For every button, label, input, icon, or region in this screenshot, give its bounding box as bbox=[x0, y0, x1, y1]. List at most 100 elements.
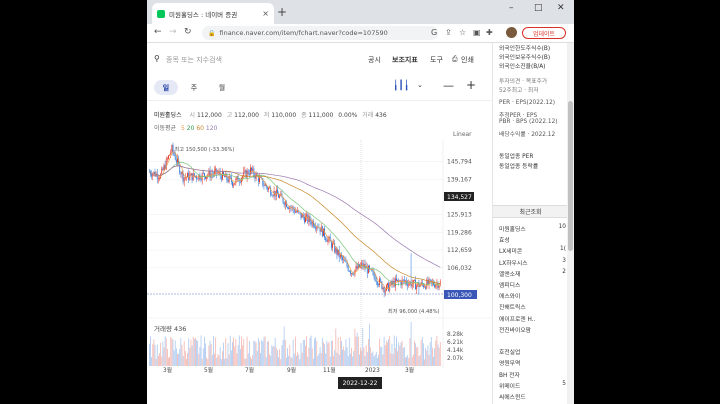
search-icon[interactable]: ⚲ bbox=[154, 54, 160, 63]
volume-bar bbox=[189, 347, 191, 366]
recent-stock-item[interactable]: LX세미콘 bbox=[499, 246, 522, 255]
recent-stock-item[interactable]: 미원홀딩스 bbox=[499, 224, 526, 233]
recent-stock-item[interactable]: 에스와이 bbox=[499, 291, 520, 300]
recent-stock-item[interactable]: 위메이드 bbox=[499, 381, 520, 390]
ma120-label[interactable]: 120 bbox=[206, 125, 217, 132]
candle-body bbox=[204, 173, 205, 177]
candle-type-icon[interactable]: ╽┃╽ bbox=[393, 81, 409, 91]
volume-bar bbox=[239, 349, 241, 366]
profile-avatar[interactable] bbox=[506, 27, 517, 38]
browser-tab[interactable]: 미원홀딩스 : 네이버 증권 × bbox=[152, 3, 274, 24]
recent-stock-item[interactable]: 호전실업 bbox=[499, 347, 520, 356]
chevron-down-icon[interactable]: ⌄ bbox=[417, 81, 423, 89]
forward-arrow-icon[interactable]: → bbox=[169, 27, 177, 37]
back-arrow-icon[interactable]: ← bbox=[154, 27, 162, 37]
low-annotation: 최저 96,000 (4.48%) bbox=[388, 307, 440, 315]
scale-mode-select[interactable]: Linear bbox=[453, 131, 472, 138]
recent-stock-item[interactable]: LX하우시스 bbox=[499, 258, 528, 267]
puzzle-icon[interactable]: ✚ bbox=[486, 28, 493, 37]
address-bar[interactable]: 🔒 finance.naver.com/item/fchart.naver?co… bbox=[202, 26, 438, 40]
scrollbar-thumb[interactable] bbox=[568, 101, 573, 251]
recent-stock-item[interactable]: 엠피디스 bbox=[499, 280, 520, 289]
recent-stock-item[interactable]: BH 전자 bbox=[499, 370, 520, 379]
recent-stock-item[interactable]: 진해트릭스 bbox=[499, 302, 526, 311]
ma20-label[interactable]: 20 bbox=[187, 125, 195, 132]
minimize-button[interactable]: – bbox=[509, 3, 514, 13]
volume-bar bbox=[254, 341, 256, 366]
recent-stock-item[interactable]: 영원무역 bbox=[499, 358, 520, 367]
recent-stock-item[interactable]: 엘앤소재 bbox=[499, 269, 520, 278]
volume-bar bbox=[366, 351, 368, 366]
ma5-label[interactable]: 5 bbox=[181, 125, 185, 132]
update-button[interactable]: 업데이트 bbox=[522, 27, 566, 39]
volume-bar bbox=[152, 344, 154, 366]
recent-stock-item[interactable]: 에이프로젠 H.. bbox=[499, 314, 535, 323]
y-tick-label: 125,913 bbox=[447, 212, 472, 219]
volume-tick-label: 8.28k bbox=[447, 332, 464, 338]
menu-disclosure[interactable]: 공시 bbox=[368, 55, 381, 65]
recent-views-header[interactable]: 최근조회 bbox=[493, 205, 568, 218]
volume-bar bbox=[343, 346, 345, 366]
volume-bar bbox=[321, 338, 323, 366]
menu-tools[interactable]: 도구 bbox=[430, 55, 443, 65]
candle-body bbox=[228, 176, 230, 182]
volume-bar bbox=[199, 347, 201, 366]
sidebar-scrollbar[interactable] bbox=[567, 43, 574, 404]
candle-body bbox=[217, 173, 219, 174]
x-axis-label: 11월 bbox=[323, 366, 336, 374]
candle-body bbox=[425, 286, 427, 289]
volume-bar bbox=[328, 341, 330, 366]
tab-weekly[interactable]: 주 bbox=[182, 80, 206, 95]
candle-body bbox=[388, 283, 390, 291]
zoom-in-button[interactable]: + bbox=[466, 78, 476, 92]
share-icon[interactable]: ⇪ bbox=[445, 28, 452, 37]
volume-bar bbox=[188, 338, 190, 366]
candle-body bbox=[248, 174, 250, 175]
recent-stock-item[interactable]: 효성 bbox=[499, 235, 510, 244]
menu-print[interactable]: 인쇄 bbox=[461, 55, 474, 65]
candle-body bbox=[234, 183, 236, 185]
volume-bar bbox=[161, 356, 163, 366]
volume-bar bbox=[308, 347, 310, 366]
recent-stock-item[interactable]: 전진바이오팜 bbox=[499, 325, 531, 334]
browser-window: 미원홀딩스 : 네이버 증권 × + – □ ✕ ← → ↻ 🔒 finance… bbox=[147, 0, 574, 404]
tab-daily[interactable]: 일 bbox=[154, 80, 178, 95]
close-window-button[interactable]: ✕ bbox=[557, 3, 565, 13]
volume-bar bbox=[156, 344, 158, 366]
bookmark-star-icon[interactable]: ☆ bbox=[459, 28, 466, 37]
volume-bar bbox=[423, 343, 424, 366]
extension-icon[interactable]: ▣ bbox=[473, 28, 481, 37]
volume-bar bbox=[250, 356, 251, 366]
candle-body bbox=[353, 274, 355, 275]
new-tab-button[interactable]: + bbox=[277, 5, 287, 19]
search-input[interactable]: 종목 또는 지수검색 bbox=[166, 55, 222, 65]
tab-close-icon[interactable]: × bbox=[262, 9, 269, 18]
volume-bar bbox=[396, 336, 397, 366]
zoom-out-button[interactable]: — bbox=[443, 79, 454, 92]
candle-body bbox=[415, 280, 416, 290]
candle-body bbox=[382, 287, 384, 289]
volume-bar bbox=[302, 339, 304, 366]
ma60-label[interactable]: 60 bbox=[196, 125, 204, 132]
candle-body bbox=[162, 168, 164, 170]
volume-bar bbox=[182, 356, 184, 366]
google-lens-icon[interactable]: G bbox=[431, 28, 437, 37]
candle-body bbox=[402, 279, 404, 281]
candle-body bbox=[242, 176, 244, 179]
print-icon[interactable]: ⎙ bbox=[452, 55, 458, 64]
volume-bar bbox=[245, 358, 247, 366]
candle-body bbox=[315, 227, 317, 229]
volume-bar bbox=[197, 340, 199, 366]
reload-icon[interactable]: ↻ bbox=[184, 27, 192, 37]
low-value: 110,000 bbox=[271, 112, 297, 119]
tab-monthly[interactable]: 월 bbox=[210, 80, 234, 95]
maximize-button[interactable]: □ bbox=[534, 3, 543, 13]
industry-row: 동일업종 PER bbox=[499, 154, 534, 160]
candle-body bbox=[191, 173, 193, 181]
price-chart[interactable]: 145,794 139,167 125,913 119,286 112,659 106,0… bbox=[147, 140, 492, 390]
volume-bar bbox=[151, 357, 153, 366]
volume-bar bbox=[311, 348, 313, 366]
recent-stock-item[interactable]: 씨에스윈드 bbox=[499, 392, 526, 401]
menu-indicators[interactable]: 보조지표 bbox=[392, 55, 418, 65]
candle-body bbox=[215, 168, 217, 171]
